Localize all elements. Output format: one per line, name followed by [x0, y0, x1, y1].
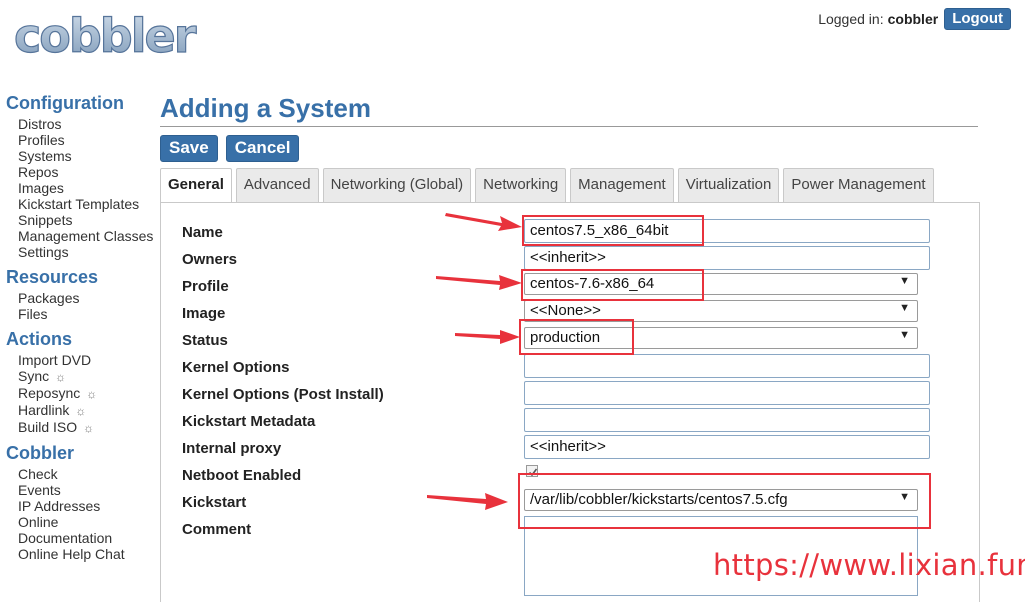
annotation-arrow-name — [445, 213, 522, 231]
tab-management[interactable]: Management — [570, 168, 674, 202]
annotation-box-status — [519, 319, 634, 355]
sidebar-list-actions: Import DVD Sync ☼ Reposync ☼ Hardlink ☼ … — [6, 352, 158, 436]
annotation-arrow-kickstart — [427, 493, 508, 510]
chevron-down-icon: ▼ — [899, 302, 910, 314]
tab-advanced[interactable]: Advanced — [235, 168, 319, 202]
logout-button[interactable]: Logout — [944, 8, 1011, 30]
sidebar-list-configuration: Distros Profiles Systems Repos Images Ki… — [6, 116, 158, 260]
gear-icon: ☼ — [83, 421, 95, 435]
annotation-arrow-profile — [436, 275, 522, 290]
watermark-url: https://www.lixian.fun — [713, 548, 1025, 582]
sidebar-item-sync[interactable]: Sync ☼ — [18, 368, 158, 385]
owners-label: Owners — [182, 251, 238, 268]
status-label: Status — [182, 332, 228, 349]
name-label: Name — [182, 224, 223, 241]
sidebar-item-build-iso-label: Build ISO — [18, 419, 78, 435]
tab-bar: General Advanced Networking (Global) Net… — [160, 168, 938, 203]
sidebar-item-distros[interactable]: Distros — [18, 116, 158, 132]
sidebar-item-ip-addresses[interactable]: IP Addresses — [18, 498, 158, 514]
sidebar-item-events[interactable]: Events — [18, 482, 158, 498]
sidebar-heading-resources: Resources — [6, 267, 99, 287]
sidebar-item-check[interactable]: Check — [18, 466, 158, 482]
internal-proxy-input[interactable]: <<inherit>> — [524, 435, 930, 459]
chevron-down-icon: ▼ — [899, 275, 910, 287]
sidebar-item-settings[interactable]: Settings — [18, 244, 158, 260]
cancel-button[interactable]: Cancel — [225, 135, 300, 162]
kickstart-metadata-label: Kickstart Metadata — [182, 413, 316, 430]
sidebar-item-import-dvd[interactable]: Import DVD — [18, 352, 158, 368]
annotation-box-name — [522, 215, 704, 246]
main-content: Adding a System Save Cancel General Adva… — [160, 90, 980, 602]
sidebar-item-hardlink-label: Hardlink — [18, 402, 70, 418]
tab-virtualization[interactable]: Virtualization — [677, 168, 780, 202]
login-username: cobbler — [887, 11, 939, 27]
sidebar-item-sync-label: Sync — [18, 368, 50, 384]
sidebar-list-cobbler: Check Events IP Addresses Online Documen… — [6, 466, 158, 562]
gear-icon: ☼ — [75, 404, 87, 418]
tab-networking-global[interactable]: Networking (Global) — [322, 168, 472, 202]
sidebar-item-reposync[interactable]: Reposync ☼ — [18, 385, 158, 402]
sidebar-heading-cobbler: Cobbler — [6, 443, 75, 463]
sidebar-item-build-iso[interactable]: Build ISO ☼ — [18, 419, 158, 436]
internal-proxy-label: Internal proxy — [182, 440, 282, 457]
kernel-options-post-input[interactable] — [524, 381, 930, 405]
sidebar-item-systems[interactable]: Systems — [18, 148, 158, 164]
tab-networking[interactable]: Networking — [475, 168, 567, 202]
gear-icon: ☼ — [86, 387, 98, 401]
profile-label: Profile — [182, 278, 229, 295]
annotation-box-profile — [521, 269, 704, 301]
kernel-options-input[interactable] — [524, 354, 930, 378]
tab-power-management[interactable]: Power Management — [783, 168, 934, 202]
comment-label: Comment — [182, 521, 252, 538]
sidebar-item-images[interactable]: Images — [18, 180, 158, 196]
sidebar-item-files[interactable]: Files — [18, 306, 158, 322]
sidebar-item-reposync-label: Reposync — [18, 385, 81, 401]
sidebar-item-online-documentation[interactable]: Online Documentation — [18, 514, 138, 546]
sidebar-item-profiles[interactable]: Profiles — [18, 132, 158, 148]
logo-wordmark: cobbler — [14, 9, 197, 63]
save-button[interactable]: Save — [160, 135, 218, 162]
kernel-options-label: Kernel Options — [182, 359, 290, 376]
sidebar-heading-configuration: Configuration — [6, 93, 124, 113]
image-select-value: <<None>> — [530, 302, 601, 319]
owners-input[interactable]: <<inherit>> — [524, 246, 930, 270]
netboot-enabled-label: Netboot Enabled — [182, 467, 302, 484]
kickstart-metadata-input[interactable] — [524, 408, 930, 432]
title-divider — [160, 126, 978, 127]
sidebar-item-kickstart-templates[interactable]: Kickstart Templates — [18, 196, 158, 212]
sidebar-list-resources: Packages Files — [6, 290, 158, 322]
annotation-arrow-status — [455, 330, 520, 344]
chevron-down-icon: ▼ — [899, 329, 910, 341]
gear-icon: ☼ — [55, 370, 67, 384]
sidebar-heading-actions: Actions — [6, 329, 73, 349]
sidebar-item-snippets[interactable]: Snippets — [18, 212, 158, 228]
sidebar-item-packages[interactable]: Packages — [18, 290, 158, 306]
sidebar: Configuration Distros Profiles Systems R… — [6, 92, 158, 568]
sidebar-item-repos[interactable]: Repos — [18, 164, 158, 180]
general-tab-panel: Name centos7.5_x86_64bit Owners <<inheri… — [160, 202, 980, 602]
form-actions: Save Cancel — [160, 135, 980, 162]
kernel-options-post-label: Kernel Options (Post Install) — [182, 386, 384, 403]
login-status: Logged in: cobbler Logout — [818, 8, 1011, 30]
sidebar-item-hardlink[interactable]: Hardlink ☼ — [18, 402, 158, 419]
sidebar-item-management-classes[interactable]: Management Classes — [18, 228, 158, 244]
tab-general[interactable]: General — [160, 168, 232, 203]
annotation-box-kickstart — [518, 473, 931, 529]
login-label: Logged in: — [818, 11, 884, 27]
sidebar-item-online-help-chat[interactable]: Online Help Chat — [18, 546, 158, 562]
image-label: Image — [182, 305, 226, 322]
page-title: Adding a System — [160, 93, 371, 123]
kickstart-label: Kickstart — [182, 494, 247, 511]
cobbler-logo: cobbler — [13, 8, 199, 63]
